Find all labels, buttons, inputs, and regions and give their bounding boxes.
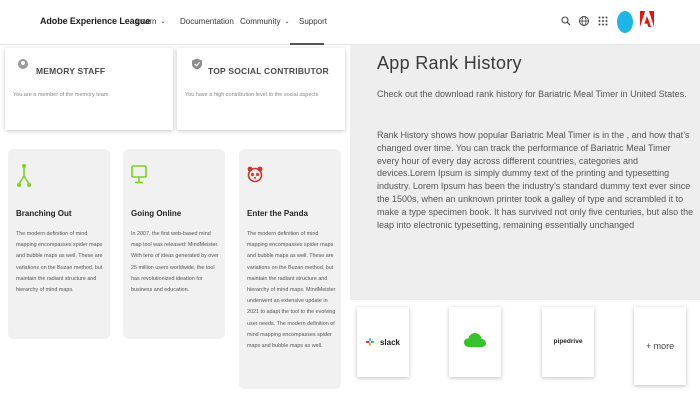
- rank-body-text: Rank History shows how popular Bariatric…: [377, 130, 694, 230]
- brand-title[interactable]: Adobe Experience League: [40, 16, 150, 26]
- nav-item-label: Support: [299, 17, 328, 26]
- top-navigation-bar: Adobe Experience League Learn ⌄ Documenta…: [0, 0, 700, 45]
- app-tile-label: slack: [379, 338, 401, 347]
- app-tile-label: + more: [645, 341, 675, 351]
- nav-item-documentation[interactable]: Documentation: [180, 17, 234, 26]
- feature-body: In 2007, the first web-based mind map to…: [131, 231, 219, 294]
- feature-card-enter-the-panda: Enter the Panda The modern definition of…: [239, 149, 341, 389]
- branching-icon: [17, 164, 31, 187]
- avatar[interactable]: [617, 11, 633, 33]
- app-tile-slack[interactable]: slack: [357, 307, 409, 377]
- feature-title: Branching Out: [16, 209, 72, 218]
- feature-body: The modern definition of mind mapping en…: [247, 231, 336, 350]
- feature-card-going-online: Going Online In 2007, the first web-base…: [123, 149, 225, 339]
- nav-item-label: Learn: [136, 17, 157, 26]
- active-tab-indicator: [290, 43, 324, 45]
- app-tile-cloud[interactable]: [449, 307, 501, 377]
- chevron-down-icon: ⌄: [160, 19, 166, 25]
- nav-item-support[interactable]: Support: [299, 17, 327, 26]
- badge-description: You have a high contribution level to th…: [185, 92, 319, 98]
- app-tile-label: pipedrive: [553, 338, 583, 345]
- search-icon[interactable]: [559, 14, 573, 28]
- feature-title: Going Online: [131, 209, 182, 218]
- rank-intro-text: Check out the download rank history for …: [377, 89, 687, 99]
- panda-icon: [247, 166, 263, 183]
- badge-card-top-social-contributor: TOP SOCIAL CONTRIBUTOR You have a high c…: [177, 48, 345, 130]
- more-apps-button[interactable]: + more: [634, 307, 686, 385]
- nav-item-learn[interactable]: Learn ⌄: [136, 17, 166, 26]
- globe-icon[interactable]: [577, 14, 591, 28]
- feature-body: The modern definition of mind mapping en…: [16, 231, 103, 294]
- badge-description: You are a member of the memory team: [13, 92, 109, 98]
- shield-check-icon: [192, 58, 202, 70]
- nav-item-label: Community: [240, 17, 281, 26]
- badge-card-memory-staff: MEMORY STAFF You are a member of the mem…: [5, 48, 173, 130]
- monitor-icon: [131, 165, 147, 184]
- cloud-icon: [464, 333, 486, 347]
- memory-staff-icon: [18, 59, 28, 69]
- badge-title: TOP SOCIAL CONTRIBUTOR: [208, 66, 329, 76]
- badge-title: MEMORY STAFF: [36, 66, 106, 76]
- adobe-logo[interactable]: [640, 11, 654, 27]
- app-rank-history-panel: App Rank History Check out the download …: [350, 45, 700, 300]
- nav-item-community[interactable]: Community ⌄: [240, 17, 289, 26]
- page-title: App Rank History: [377, 53, 522, 73]
- apps-grid-icon[interactable]: [596, 14, 610, 28]
- nav-item-label: Documentation: [180, 17, 234, 26]
- feature-card-branching-out: Branching Out The modern definition of m…: [8, 149, 110, 339]
- chevron-down-icon: ⌄: [284, 19, 290, 25]
- app-tile-pipedrive[interactable]: pipedrive: [542, 307, 594, 377]
- feature-title: Enter the Panda: [247, 209, 308, 218]
